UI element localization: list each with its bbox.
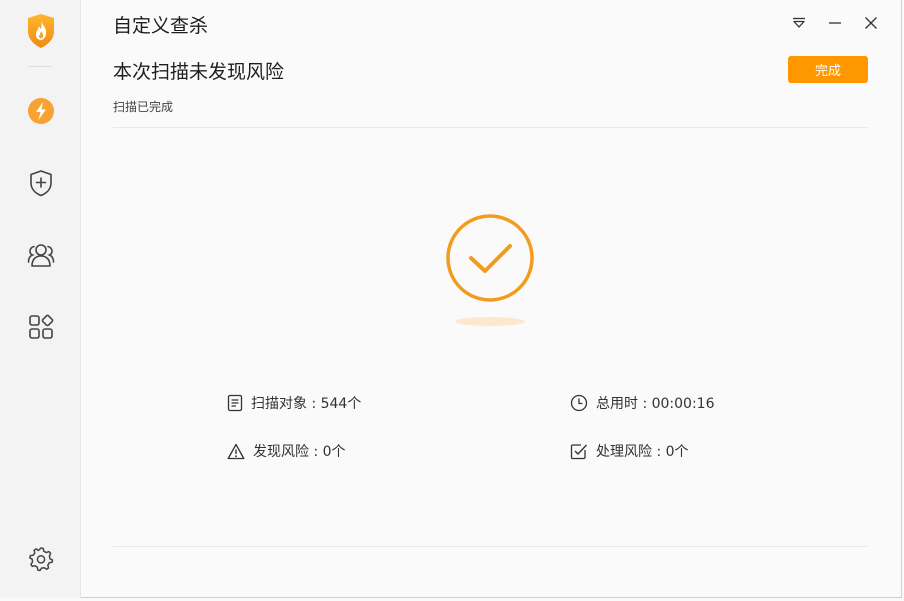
stat-scanned-text: 扫描对象 : 544个 xyxy=(251,396,362,412)
speed-icon xyxy=(28,98,54,124)
sidebar xyxy=(0,0,81,598)
apps-icon xyxy=(29,314,54,339)
gear-icon xyxy=(29,547,54,572)
main-panel: 自定义查杀 本次扫描未发现风险 扫描已完成 完成 扫描对象: 544个 总用时… xyxy=(82,0,902,598)
stat-found-text: 发现风险 : 0个 xyxy=(253,444,346,460)
close-icon xyxy=(865,17,877,29)
dropdown-menu-icon xyxy=(793,17,805,28)
menu-button[interactable] xyxy=(788,12,810,34)
minimize-button[interactable] xyxy=(824,12,846,34)
window-title: 自定义查杀 xyxy=(113,15,209,37)
document-icon xyxy=(227,394,243,412)
scan-status-text: 扫描已完成 xyxy=(113,100,174,114)
stat-duration: 总用时 : 00:00:16 xyxy=(570,393,715,413)
app-logo-icon xyxy=(26,13,56,49)
logo-divider xyxy=(28,66,52,67)
users-icon xyxy=(27,244,55,267)
sidebar-item-protection[interactable] xyxy=(25,167,57,199)
minimize-icon xyxy=(829,22,841,24)
sidebar-item-apps[interactable] xyxy=(25,311,57,343)
warning-icon xyxy=(227,443,245,459)
stat-scanned: 扫描对象 : 544个 xyxy=(227,393,361,413)
stat-handled-text: 处理风险 : 0个 xyxy=(596,444,689,460)
sidebar-item-users[interactable] xyxy=(25,239,57,271)
done-button[interactable]: 完成 xyxy=(788,56,868,83)
success-check-icon xyxy=(445,213,535,303)
stat-duration-text: 总用时 : 00:00:16 xyxy=(596,396,715,412)
close-button[interactable] xyxy=(860,12,882,34)
divider-top xyxy=(113,127,868,128)
stat-handled: 处理风险 : 0个 xyxy=(570,441,689,461)
shield-plus-icon xyxy=(30,170,52,197)
stat-found: 发现风险 : 0个 xyxy=(227,441,346,461)
divider-bottom xyxy=(113,546,868,547)
sidebar-item-speed[interactable] xyxy=(25,95,57,127)
settings-button[interactable] xyxy=(25,543,57,575)
checkbox-icon xyxy=(570,444,588,460)
check-shadow xyxy=(455,317,525,326)
scan-result-heading: 本次扫描未发现风险 xyxy=(113,61,285,83)
clock-icon xyxy=(570,394,588,412)
app-window: 自定义查杀 本次扫描未发现风险 扫描已完成 完成 扫描对象: 544个 总用时… xyxy=(0,0,902,598)
